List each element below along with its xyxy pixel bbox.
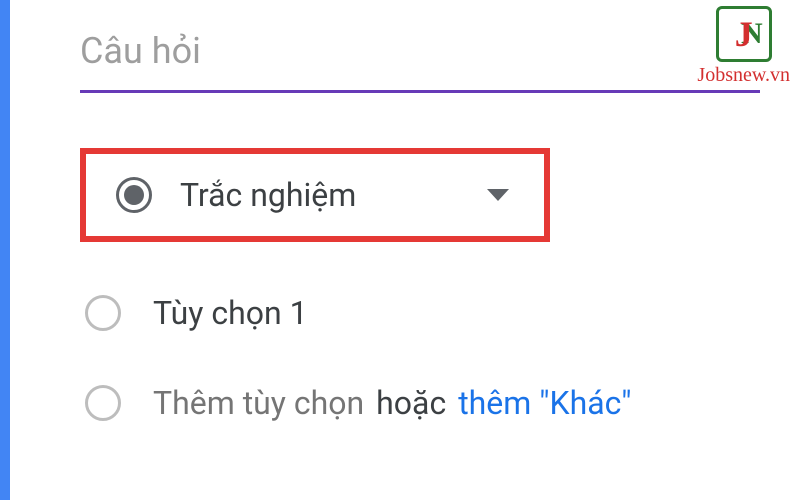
chevron-down-icon xyxy=(487,189,509,201)
add-option-row: Thêm tùy chọn hoặc thêm "Khác" xyxy=(80,384,760,422)
watermark-text: Jobsnew.vn xyxy=(697,64,790,87)
watermark-icon: J N xyxy=(716,6,772,62)
watermark-logo: J N Jobsnew.vn xyxy=(697,6,790,87)
add-option-button[interactable]: Thêm tùy chọn xyxy=(153,384,364,422)
add-other-link[interactable]: thêm "Khác" xyxy=(458,384,631,422)
question-title-input[interactable] xyxy=(80,0,760,93)
question-type-dropdown[interactable]: Trắc nghiệm xyxy=(80,148,550,242)
add-option-or-text: hoặc xyxy=(376,384,446,422)
radio-empty-icon xyxy=(85,385,121,421)
option-label: Tùy chọn 1 xyxy=(153,294,308,332)
radio-selected-icon xyxy=(116,177,152,213)
question-type-label: Trắc nghiệm xyxy=(180,176,467,214)
question-card-content: Trắc nghiệm Tùy chọn 1 Thêm tùy chọn hoặ… xyxy=(10,0,800,500)
radio-empty-icon xyxy=(85,295,121,331)
form-editor-panel: Trắc nghiệm Tùy chọn 1 Thêm tùy chọn hoặ… xyxy=(0,0,800,500)
left-accent-bar xyxy=(0,0,10,500)
option-row[interactable]: Tùy chọn 1 xyxy=(80,294,760,332)
